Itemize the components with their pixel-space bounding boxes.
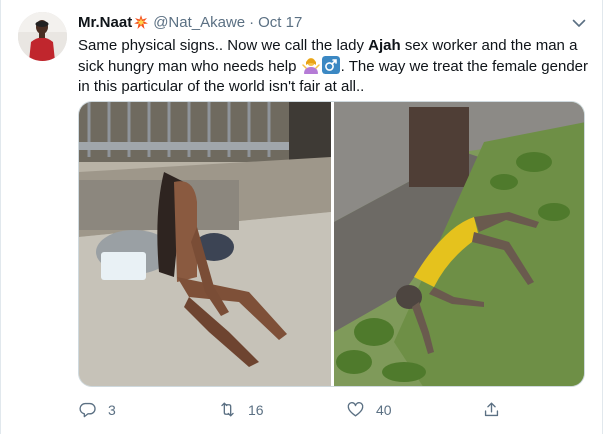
tweet-card[interactable]: Mr.Naat @Nat_Akawe · Oct 17 Same physica… xyxy=(0,0,603,434)
tweet-text-bold: Ajah xyxy=(368,37,401,54)
tweet-timestamp[interactable]: Oct 17 xyxy=(258,14,302,31)
male-sign-emoji-icon xyxy=(321,56,340,74)
share-button[interactable] xyxy=(482,400,512,419)
heart-icon xyxy=(347,402,364,417)
tweet-header: Mr.Naat @Nat_Akawe · Oct 17 xyxy=(78,12,302,32)
collision-emoji-icon xyxy=(134,15,149,29)
reply-count: 3 xyxy=(108,401,116,418)
share-icon xyxy=(484,402,499,417)
tweet-text: Same physical signs.. Now we call the la… xyxy=(78,36,588,97)
retweet-button[interactable]: 16 xyxy=(218,400,264,419)
reply-button[interactable]: 3 xyxy=(78,400,116,419)
author-name[interactable]: Mr.Naat xyxy=(78,14,132,31)
woman-shrugging-emoji-icon xyxy=(301,58,320,74)
retweet-count: 16 xyxy=(248,401,264,418)
tweet-actions: 3 16 40 xyxy=(78,400,518,422)
photo-woman-sitting[interactable] xyxy=(79,102,331,387)
avatar-image xyxy=(18,12,67,61)
tweet-text-part1: Same physical signs.. Now we call the la… xyxy=(78,37,369,54)
author-handle[interactable]: @Nat_Akawe xyxy=(153,14,245,31)
separator-dot: · xyxy=(249,13,255,31)
photo-man-lying-yellow-shirt[interactable] xyxy=(334,102,585,387)
avatar[interactable] xyxy=(18,12,67,61)
media-grid xyxy=(78,101,585,387)
like-count: 40 xyxy=(376,401,392,418)
retweet-icon xyxy=(221,402,234,417)
like-button[interactable]: 40 xyxy=(346,400,392,419)
reply-icon xyxy=(79,402,96,418)
chevron-down-icon[interactable] xyxy=(570,14,588,32)
